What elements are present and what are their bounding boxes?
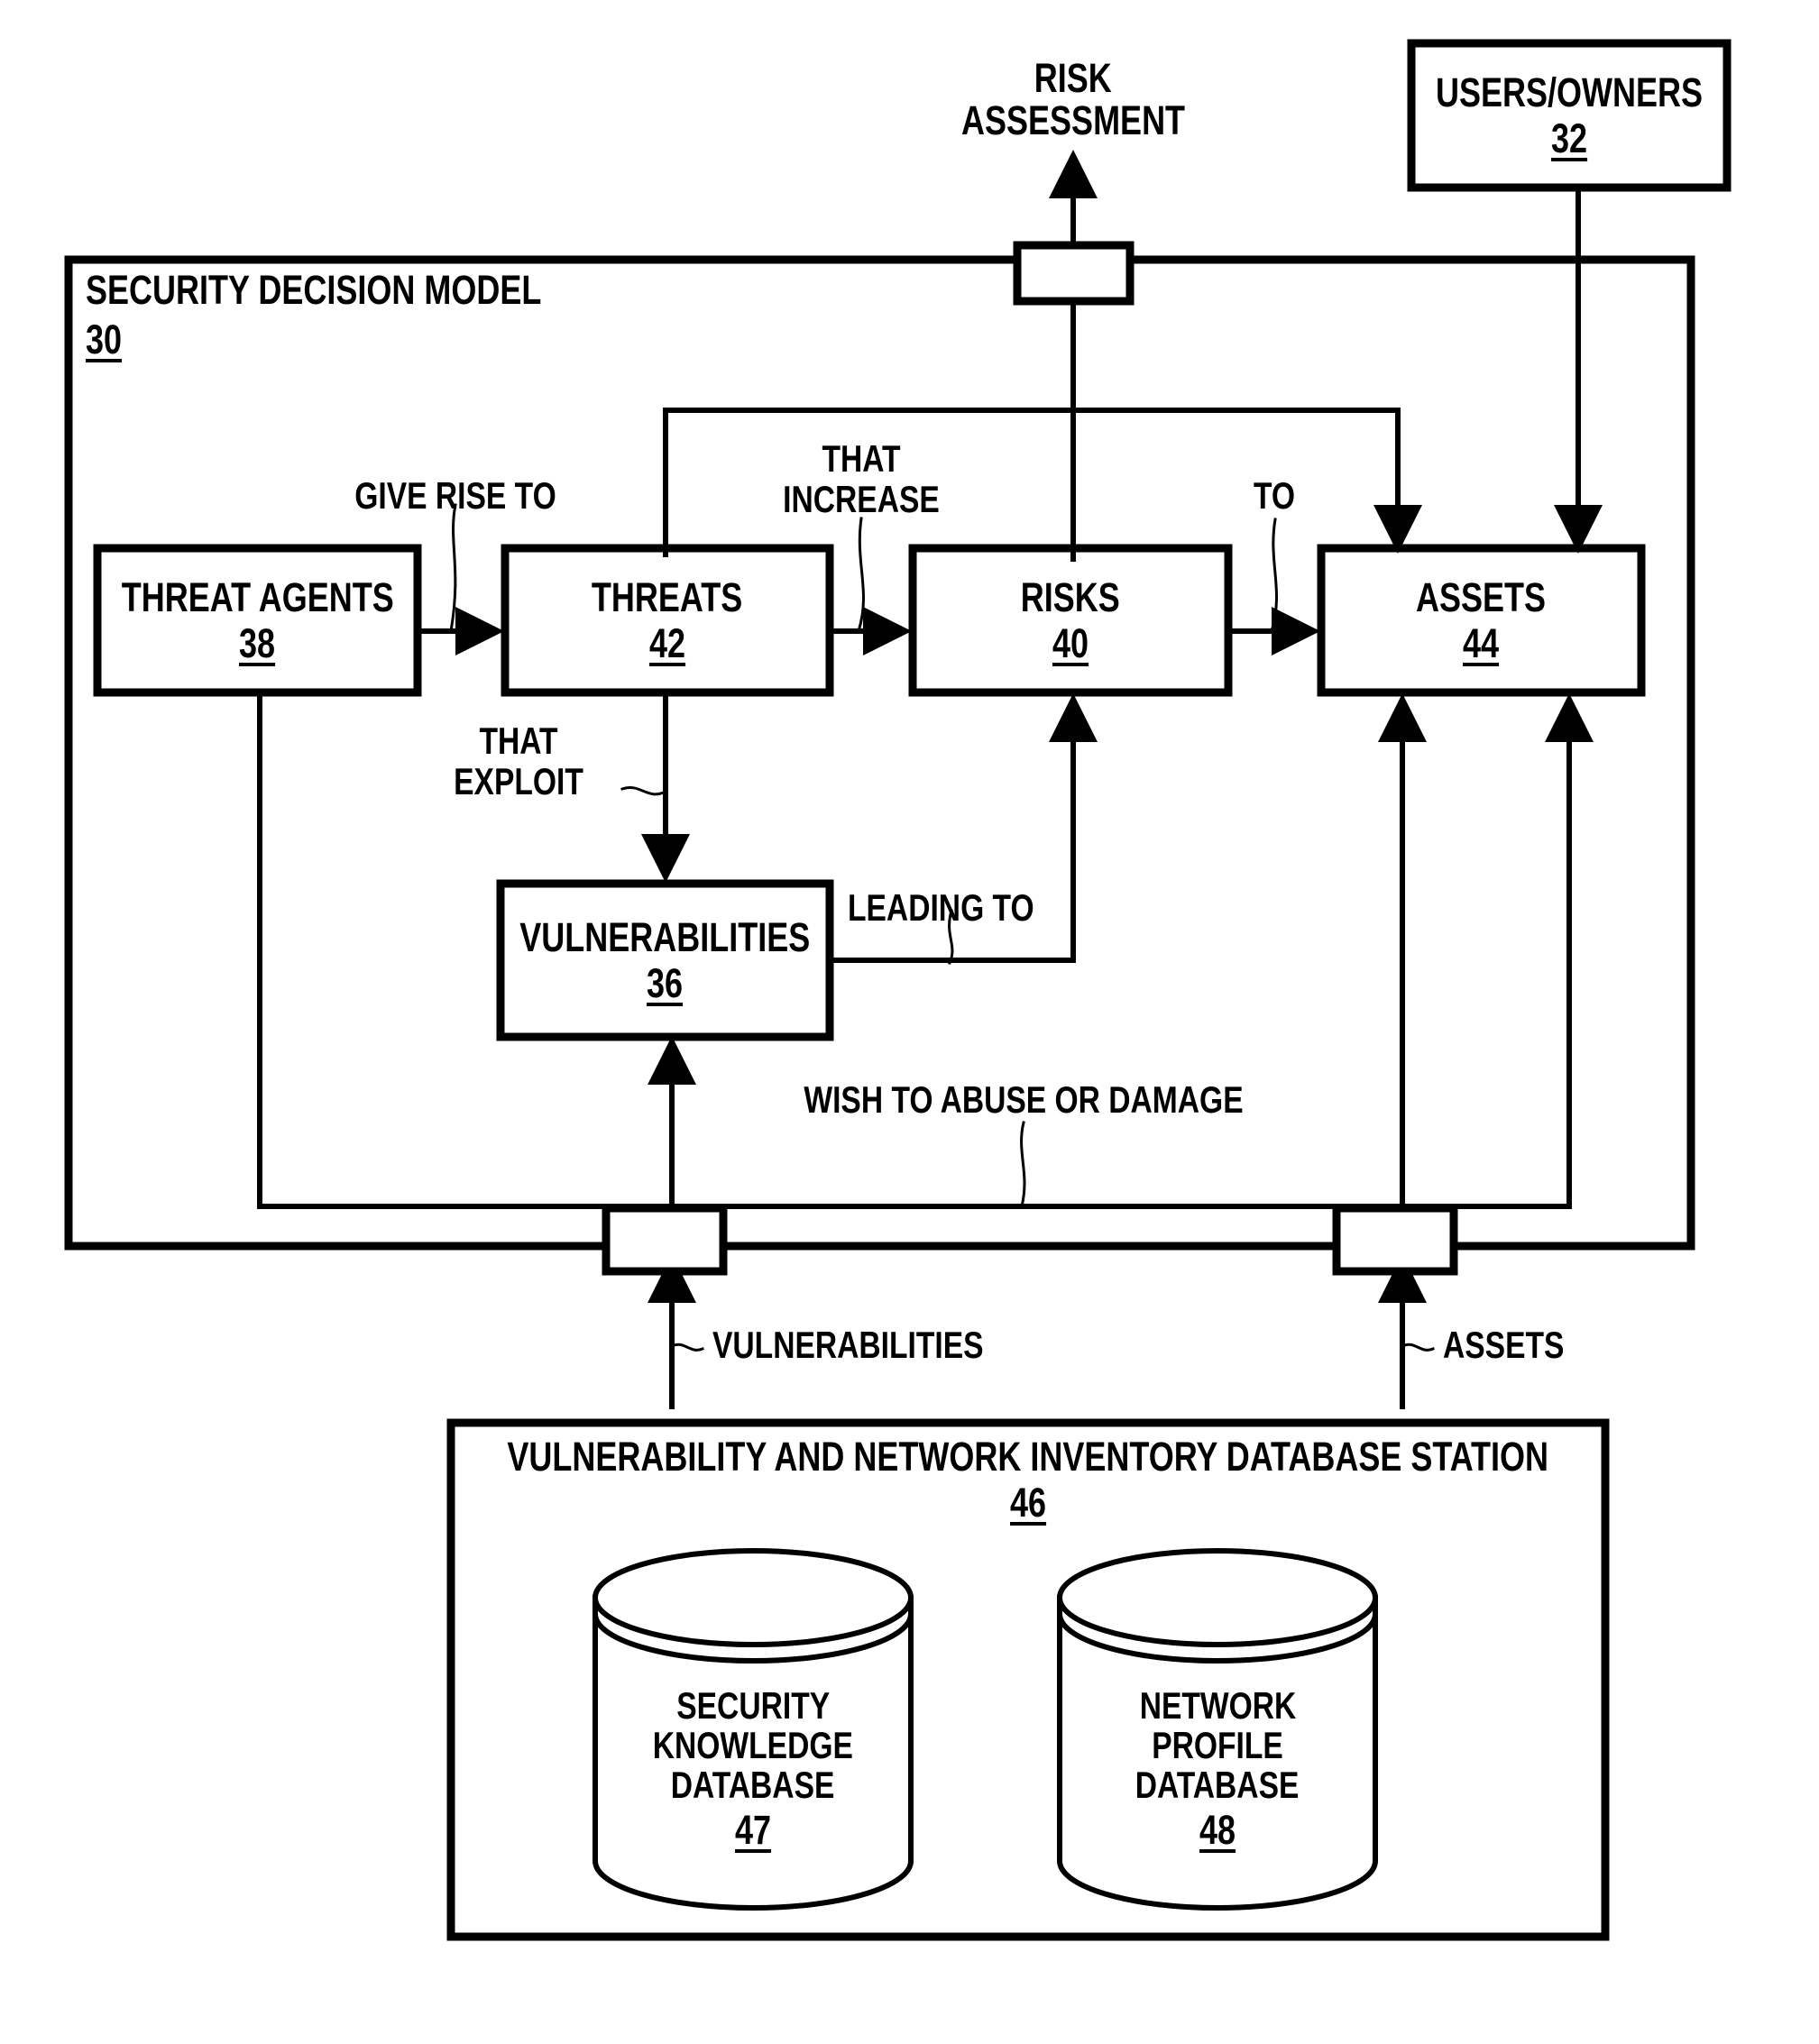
- give-rise-to-leader: [449, 503, 457, 633]
- that-increase-line2: INCREASE: [783, 478, 940, 520]
- security-decision-model-label: SECURITY DECISION MODEL: [86, 267, 542, 313]
- vulnerabilities-feed-label: VULNERABILITIES: [712, 1324, 984, 1366]
- to-leader: [1270, 518, 1278, 633]
- row-boxes: [93, 544, 1646, 1041]
- assets-feed-path: [1332, 693, 1458, 1409]
- threats-rect: [501, 544, 834, 697]
- to-label: TO: [1253, 474, 1296, 517]
- assets-feed-leader: [1400, 1343, 1435, 1352]
- wish-to-abuse-label: WISH TO ABUSE OR DAMAGE: [804, 1078, 1244, 1121]
- that-exploit-line1: THAT: [479, 720, 558, 762]
- patent-figure: RISK ASSESSMENT USERS/OWNERS 32 SECURITY…: [0, 0, 1819, 2044]
- risks-rect: [908, 544, 1233, 697]
- risk-assessment-connector: [1013, 150, 1135, 562]
- leading-to-label: LEADING TO: [848, 886, 1034, 929]
- users-owners-box: [1407, 39, 1732, 192]
- security-knowledge-database-cylinder: [592, 1548, 914, 1911]
- that-increase-leader: [857, 517, 865, 633]
- vulnerabilities-feed-leader: [669, 1343, 704, 1352]
- wish-to-abuse-leader: [1020, 1121, 1026, 1208]
- network-profile-database-cylinder: [1056, 1548, 1379, 1911]
- threat-agents-rect: [93, 544, 422, 697]
- that-increase-line1: THAT: [822, 437, 901, 480]
- give-rise-to-label: GIVE RISE TO: [354, 474, 556, 517]
- that-exploit-line2: EXPLOIT: [454, 760, 583, 802]
- vulnerabilities-rect: [496, 879, 834, 1041]
- security-decision-model-ref: 30: [86, 316, 123, 363]
- assets-feed-label: ASSETS: [1443, 1324, 1565, 1366]
- assets-rect: [1317, 544, 1646, 697]
- security-decision-model-text: SECURITY DECISION MODEL 30: [86, 269, 656, 362]
- vulnerabilities-feed-path: [602, 1036, 728, 1409]
- that-exploit-leader: [620, 786, 668, 796]
